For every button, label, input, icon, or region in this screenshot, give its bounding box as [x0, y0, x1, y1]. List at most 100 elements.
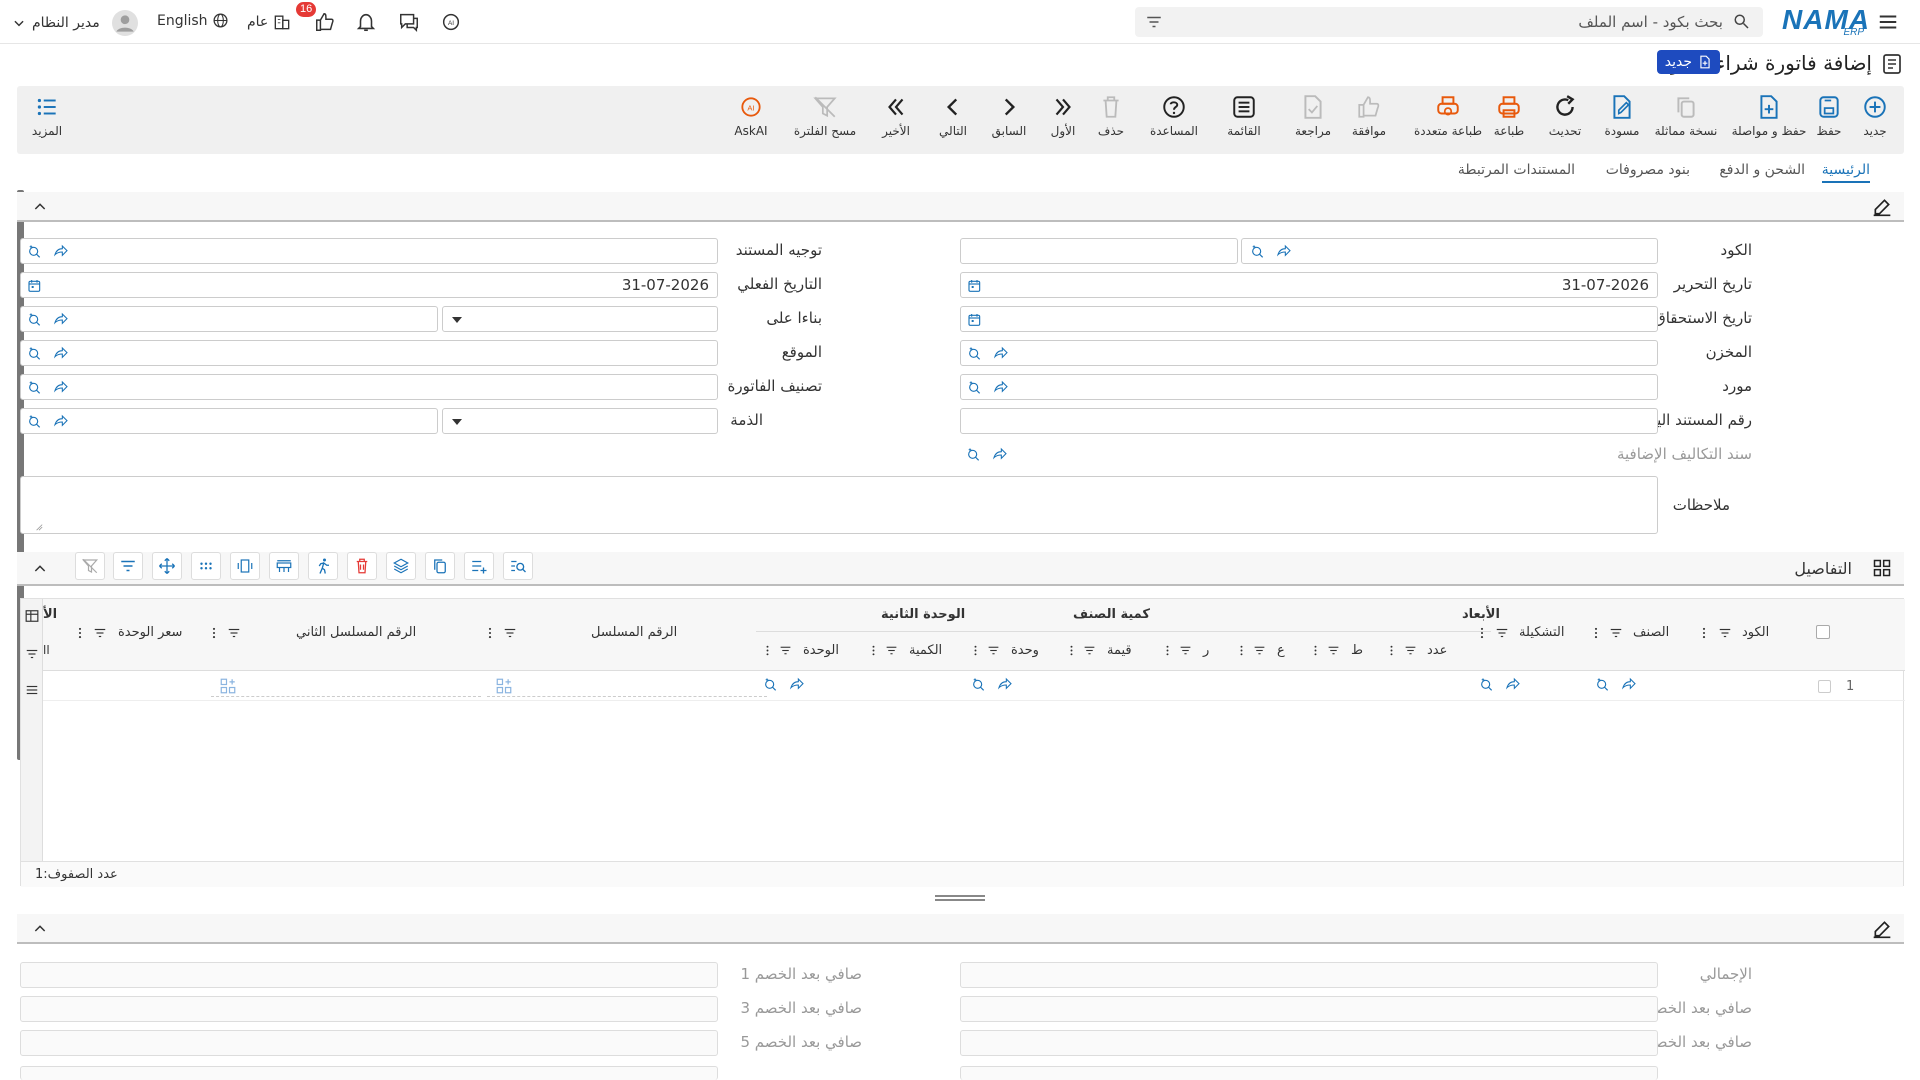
quick-search-icon[interactable] — [966, 447, 982, 463]
collapse-chevron-up-icon[interactable] — [32, 199, 48, 215]
col-header-code[interactable]: الكود — [1742, 625, 1769, 640]
grid-clear-filter-button[interactable] — [75, 552, 105, 580]
col-header-second-unit[interactable]: الوحدة — [803, 643, 839, 658]
based-on-dropdown[interactable] — [442, 306, 718, 332]
quick-search-icon[interactable] — [27, 244, 43, 260]
scope-switch[interactable]: عام — [247, 12, 292, 32]
column-filter-icon[interactable] — [25, 647, 39, 661]
grid-filter-button[interactable] — [113, 552, 143, 580]
quick-search-icon[interactable] — [1479, 677, 1495, 693]
tab-main[interactable]: الرئيسية — [1821, 162, 1870, 183]
grid-dots-button[interactable] — [191, 552, 221, 580]
column-filter-icon[interactable] — [885, 644, 898, 657]
location-field[interactable] — [20, 340, 718, 366]
hamburger-menu-icon[interactable] — [1876, 10, 1900, 34]
quick-search-icon[interactable] — [27, 346, 43, 362]
quick-search-icon[interactable] — [27, 414, 43, 430]
column-menu-icon[interactable] — [867, 644, 880, 657]
table-settings-icon[interactable] — [25, 609, 39, 623]
more-button[interactable]: المزيد — [17, 94, 77, 138]
open-link-icon[interactable] — [993, 346, 1009, 362]
due-date-field[interactable] — [960, 306, 1658, 332]
column-filter-icon[interactable] — [1495, 626, 1509, 640]
col-header-count[interactable]: عدد — [1427, 643, 1447, 658]
edit-icon[interactable] — [1872, 197, 1892, 217]
quick-search-icon[interactable] — [971, 677, 987, 693]
quick-search-icon[interactable] — [967, 380, 983, 396]
column-menu-icon[interactable] — [761, 644, 774, 657]
clear-filter-button[interactable]: مسح الفلترة — [789, 94, 861, 138]
grid-add-rows-button[interactable] — [464, 552, 494, 580]
column-filter-icon[interactable] — [1718, 626, 1732, 640]
nama-logo[interactable]: NAMA ERP — [1782, 4, 1870, 38]
bell-icon[interactable] — [354, 10, 378, 34]
search-input[interactable]: بحث بكود - اسم الملف — [1578, 13, 1723, 31]
quick-search-icon[interactable] — [1595, 677, 1611, 693]
open-link-icon[interactable] — [993, 380, 1009, 396]
warehouse-field[interactable] — [960, 340, 1658, 366]
col-header-length[interactable]: ط — [1351, 643, 1363, 658]
tab-related-documents[interactable]: المستندات المرتبطة — [1458, 162, 1575, 178]
refresh-button[interactable]: تحديث — [1535, 94, 1595, 138]
quick-search-icon[interactable] — [27, 380, 43, 396]
column-filter-icon[interactable] — [1179, 644, 1192, 657]
add-serial-icon[interactable] — [495, 677, 513, 695]
column-menu-icon[interactable] — [483, 626, 497, 640]
previous-button[interactable]: السابق — [979, 94, 1039, 138]
save-continue-button[interactable]: حفظ و مواصلة — [1727, 94, 1811, 138]
col-header-config[interactable]: التشكيلة — [1519, 625, 1564, 640]
serial2-cell[interactable] — [211, 673, 481, 697]
manual-doc-field[interactable] — [960, 408, 1658, 434]
column-menu-icon[interactable] — [73, 626, 87, 640]
similar-copy-button[interactable]: نسخة مماثلة — [1650, 94, 1722, 138]
select-all-checkbox[interactable] — [1816, 625, 1830, 639]
column-menu-icon[interactable] — [1589, 626, 1603, 640]
calendar-icon[interactable] — [27, 278, 43, 294]
actual-date-field[interactable]: 31-07-2026 — [20, 272, 718, 298]
grid-columns-button[interactable] — [230, 552, 260, 580]
column-filter-icon[interactable] — [779, 644, 792, 657]
issue-date-field[interactable]: 31-07-2026 — [960, 272, 1658, 298]
column-filter-icon[interactable] — [227, 626, 241, 640]
rows-menu-icon[interactable] — [25, 683, 39, 697]
ai-assistant-icon[interactable]: AI — [438, 10, 464, 34]
column-menu-icon[interactable] — [207, 626, 221, 640]
edit-icon[interactable] — [1872, 919, 1892, 939]
search-icon[interactable] — [1733, 13, 1751, 31]
filter-icon[interactable] — [1145, 13, 1163, 31]
open-link-icon[interactable] — [1505, 677, 1521, 693]
column-menu-icon[interactable] — [969, 644, 982, 657]
grid-copy-button[interactable] — [425, 552, 455, 580]
grid-barcode-button[interactable] — [269, 552, 299, 580]
invoice-class-field[interactable] — [20, 374, 718, 400]
doc-direction-field[interactable] — [20, 238, 718, 264]
multi-print-button[interactable]: طباعة متعددة — [1406, 94, 1490, 138]
help-button[interactable]: المساعدة — [1141, 94, 1207, 138]
col-header-qty-value[interactable]: قيمة — [1107, 643, 1132, 658]
quick-search-icon[interactable] — [27, 312, 43, 328]
liability-field[interactable] — [20, 408, 438, 434]
column-menu-icon[interactable] — [1697, 626, 1711, 640]
grid-layers-button[interactable] — [386, 552, 416, 580]
open-link-icon[interactable] — [789, 677, 805, 693]
col-header-serial2[interactable]: الرقم المسلسل الثاني — [296, 625, 416, 640]
askai-button[interactable]: AI AskAI — [721, 94, 781, 138]
column-filter-icon[interactable] — [1083, 644, 1096, 657]
search-box[interactable]: بحث بكود - اسم الملف — [1135, 7, 1763, 37]
col-header-second-qty[interactable]: الكمية — [909, 643, 942, 658]
supplier-field[interactable] — [960, 374, 1658, 400]
chat-icon[interactable] — [396, 10, 422, 34]
code-secondary-field[interactable] — [960, 238, 1238, 264]
quick-search-icon[interactable] — [1250, 244, 1266, 260]
column-menu-icon[interactable] — [1235, 644, 1248, 657]
tab-shipping-payment[interactable]: الشحن و الدفع — [1719, 162, 1805, 178]
first-button[interactable]: الأول — [1033, 94, 1093, 138]
open-link-icon[interactable] — [997, 677, 1013, 693]
column-menu-icon[interactable] — [1309, 644, 1322, 657]
column-filter-icon[interactable] — [93, 626, 107, 640]
column-filter-icon[interactable] — [1609, 626, 1623, 640]
based-on-field[interactable] — [20, 306, 438, 332]
panel-resize-handle[interactable] — [935, 895, 985, 901]
grid-run-button[interactable] — [308, 552, 338, 580]
column-filter-icon[interactable] — [1404, 644, 1417, 657]
